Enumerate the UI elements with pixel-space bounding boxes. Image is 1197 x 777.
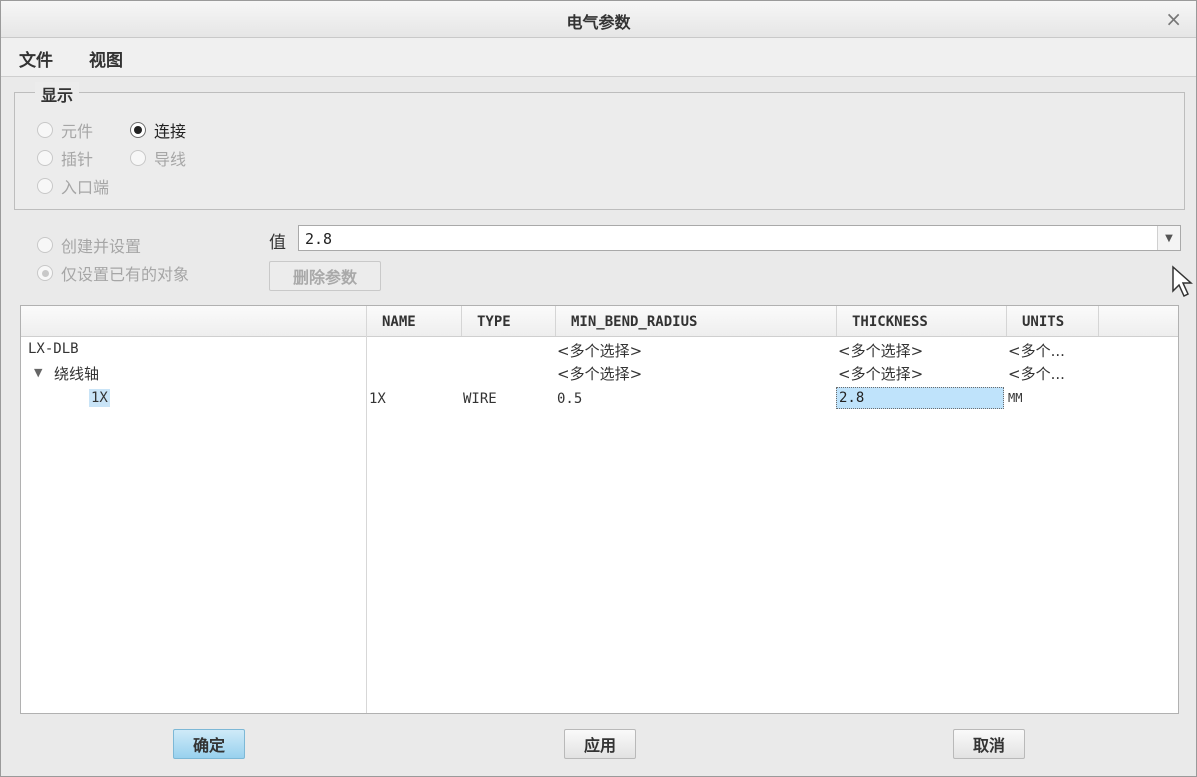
table-cell[interactable]: <多个... (1008, 340, 1065, 361)
radio-icon (37, 237, 53, 253)
electrical-parameters-dialog: 电气参数 × 文件 视图 显示 元件 连接 插针 导线 入口端 创建并设置 仅设… (0, 0, 1197, 777)
table-cell[interactable]: <多个... (1008, 363, 1065, 384)
radio-pin[interactable]: 插针 (37, 146, 93, 170)
table-cell[interactable]: <多个选择> (838, 340, 923, 361)
table-header: NAME TYPE MIN_BEND_RADIUS THICKNESS UNIT… (21, 306, 1178, 337)
radio-connection[interactable]: 连接 (130, 118, 186, 142)
radio-component[interactable]: 元件 (37, 118, 93, 142)
radio-wire[interactable]: 导线 (130, 146, 186, 170)
table-cell[interactable]: WIRE (463, 391, 497, 407)
column-header-name[interactable]: NAME (366, 306, 461, 336)
menu-file[interactable]: 文件 (19, 46, 53, 71)
parameter-table: NAME TYPE MIN_BEND_RADIUS THICKNESS UNIT… (20, 305, 1179, 714)
radio-selected-icon (130, 122, 146, 138)
close-icon[interactable]: × (1165, 7, 1182, 31)
column-header-units[interactable]: UNITS (1006, 306, 1099, 336)
value-label: 值 (269, 233, 286, 253)
radio-icon (37, 178, 53, 194)
tree-column-divider (366, 306, 367, 713)
tree-node-1x-label: 1X (89, 389, 110, 407)
tree-node-spool[interactable]: 绕线轴 (54, 363, 99, 384)
table-cell[interactable]: <多个选择> (557, 340, 642, 361)
table-cell[interactable]: <多个选择> (838, 363, 923, 384)
ok-button[interactable]: 确定 (173, 729, 245, 759)
delete-parameter-button[interactable]: 删除参数 (269, 261, 381, 291)
table-cell[interactable]: 0.5 (557, 391, 582, 407)
chevron-down-icon[interactable]: ▼ (1157, 226, 1180, 250)
tree-node-lx-dlb[interactable]: LX-DLB (28, 341, 79, 357)
thickness-edit-cell[interactable]: 2.8 (836, 387, 1004, 409)
cancel-button[interactable]: 取消 (953, 729, 1025, 759)
table-cell[interactable]: MM (1008, 391, 1022, 405)
tree-node-1x[interactable]: 1X (89, 389, 110, 407)
radio-selected-icon (37, 265, 53, 281)
menu-bar: 文件 视图 (1, 38, 1196, 77)
table-cell[interactable]: 1X (369, 391, 386, 407)
title-bar: 电气参数 × (1, 1, 1196, 38)
dialog-title: 电气参数 (566, 13, 631, 32)
value-combobox[interactable]: 2.8 ▼ (298, 225, 1181, 251)
apply-button[interactable]: 应用 (564, 729, 636, 759)
radio-entry-port[interactable]: 入口端 (37, 174, 109, 198)
value-input[interactable]: 2.8 (305, 230, 332, 248)
column-header-thickness[interactable]: THICKNESS (836, 306, 1006, 336)
table-cell[interactable]: <多个选择> (557, 363, 642, 384)
radio-icon (130, 150, 146, 166)
column-header-min-bend-radius[interactable]: MIN_BEND_RADIUS (555, 306, 836, 336)
expand-arrow-icon[interactable]: ▼ (34, 366, 42, 379)
display-group: 显示 元件 连接 插针 导线 入口端 (14, 82, 1185, 210)
radio-create-and-set[interactable]: 创建并设置 (37, 233, 141, 257)
radio-icon (37, 150, 53, 166)
column-header-type[interactable]: TYPE (461, 306, 555, 336)
radio-icon (37, 122, 53, 138)
radio-set-existing-only[interactable]: 仅设置已有的对象 (37, 261, 189, 285)
menu-view[interactable]: 视图 (89, 46, 123, 71)
display-group-title: 显示 (35, 82, 80, 106)
mouse-cursor-icon (1172, 265, 1193, 298)
